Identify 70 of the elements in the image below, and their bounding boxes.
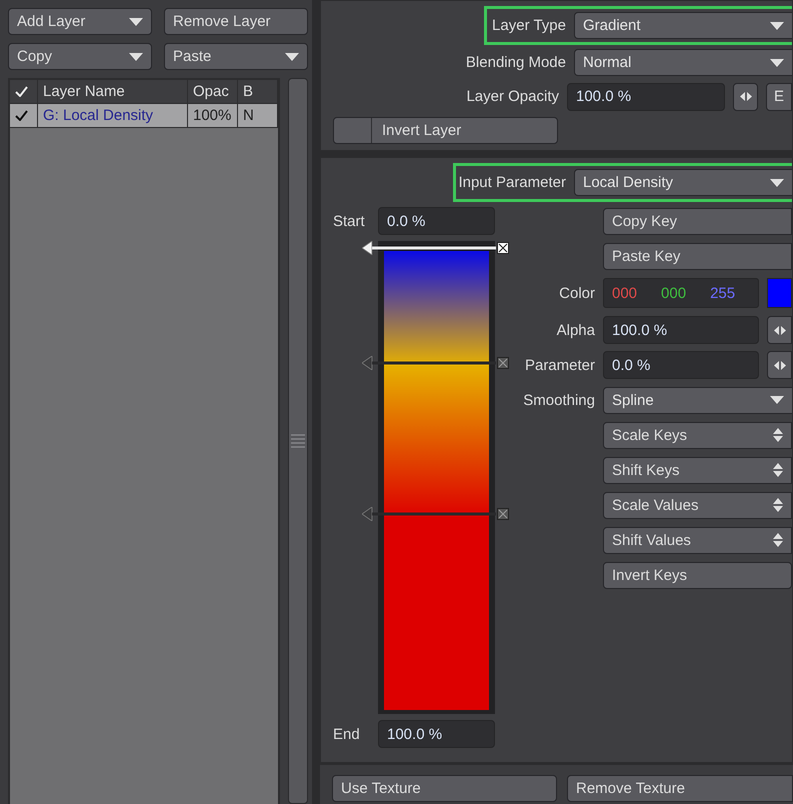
dropdown-arrow-icon: [770, 178, 784, 186]
column-header[interactable]: Opac: [188, 80, 238, 103]
slider-button[interactable]: [767, 351, 792, 379]
gradient-key[interactable]: [362, 356, 496, 370]
action-button[interactable]: Remove Layer: [164, 8, 308, 35]
spinner-arrows-icon: [773, 428, 783, 442]
dropdown-button[interactable]: Copy: [8, 43, 152, 70]
checkmark-icon: [15, 86, 28, 97]
action-button[interactable]: Copy Key: [603, 208, 792, 234]
dropdown-button[interactable]: Paste: [164, 43, 308, 70]
dropdown-arrow-icon: [770, 22, 784, 30]
dropdown[interactable]: Normal: [574, 49, 792, 76]
left-right-arrows-icon: [740, 92, 752, 101]
field-label: Smoothing: [522, 392, 595, 408]
dropdown-button[interactable]: Add Layer: [8, 8, 152, 35]
field-label: Alpha: [556, 322, 595, 338]
dropdown-arrow-icon: [129, 18, 143, 26]
spinner-arrows-icon: [773, 498, 783, 512]
table-cell: N: [238, 104, 278, 127]
grip-icon: [291, 434, 305, 448]
dropdown-arrow-icon: [129, 52, 143, 60]
field-label: End: [333, 726, 361, 742]
key-handle-icon[interactable]: [496, 508, 508, 520]
gradient-bar[interactable]: [378, 241, 495, 714]
dropdown-arrow-icon: [770, 58, 784, 66]
column-header[interactable]: B: [238, 80, 278, 103]
dropdown[interactable]: Local Density: [574, 169, 792, 196]
dropdown[interactable]: Spline: [603, 386, 792, 414]
spinner-button[interactable]: Shift Keys: [603, 456, 792, 484]
toggle-button[interactable]: Invert Layer: [333, 117, 558, 144]
scrollbar[interactable]: [288, 78, 308, 804]
dropdown[interactable]: Gradient: [574, 12, 792, 39]
slider-button[interactable]: [733, 82, 758, 110]
left-right-arrows-icon: [774, 326, 786, 334]
action-button[interactable]: Use Texture: [332, 775, 557, 802]
spinner-button[interactable]: Scale Values: [603, 492, 792, 518]
key-handle-icon[interactable]: [496, 242, 508, 254]
color-field[interactable]: 000 000 255: [603, 278, 759, 308]
field-label: Parameter: [524, 356, 595, 374]
key-handle-icon[interactable]: [496, 356, 508, 369]
input-field[interactable]: 0.0 %: [378, 207, 495, 235]
table-cell: 100%: [188, 104, 238, 127]
input-field[interactable]: 100.0 %: [603, 316, 759, 344]
field-label: Blending Mode: [466, 54, 566, 71]
input-field[interactable]: 0.0 %: [603, 351, 759, 379]
input-field[interactable]: 100.0 %: [378, 720, 495, 748]
action-button[interactable]: Invert Keys: [603, 562, 792, 588]
field-label: Color: [558, 284, 595, 302]
field-label: Start: [333, 212, 366, 230]
column-header[interactable]: Layer Name: [38, 80, 188, 103]
left-right-arrows-icon: [774, 360, 786, 370]
slider-button[interactable]: [767, 316, 792, 344]
table-cell: G: Local Density: [38, 104, 188, 127]
action-button[interactable]: Paste Key: [603, 242, 792, 270]
spinner-button[interactable]: Shift Values: [603, 526, 792, 554]
checkmark-icon: [15, 110, 28, 121]
field-label: Layer Opacity: [466, 88, 559, 105]
color-swatch[interactable]: [767, 278, 792, 308]
dropdown-arrow-icon: [285, 52, 299, 60]
spinner-arrows-icon: [773, 533, 783, 547]
envelope-button[interactable]: E: [766, 82, 792, 110]
field-label: Input Parameter: [458, 174, 566, 191]
dropdown-arrow-icon: [770, 396, 784, 404]
action-button[interactable]: Remove Texture: [567, 775, 793, 802]
input-field[interactable]: 100.0 %: [567, 82, 725, 110]
spinner-button[interactable]: Scale Keys: [603, 422, 792, 448]
spinner-arrows-icon: [773, 463, 783, 477]
field-label: Layer Type: [492, 17, 566, 34]
layer-row[interactable]: G: Local Density 100% N: [10, 104, 278, 128]
gradient-key[interactable]: [362, 241, 496, 255]
